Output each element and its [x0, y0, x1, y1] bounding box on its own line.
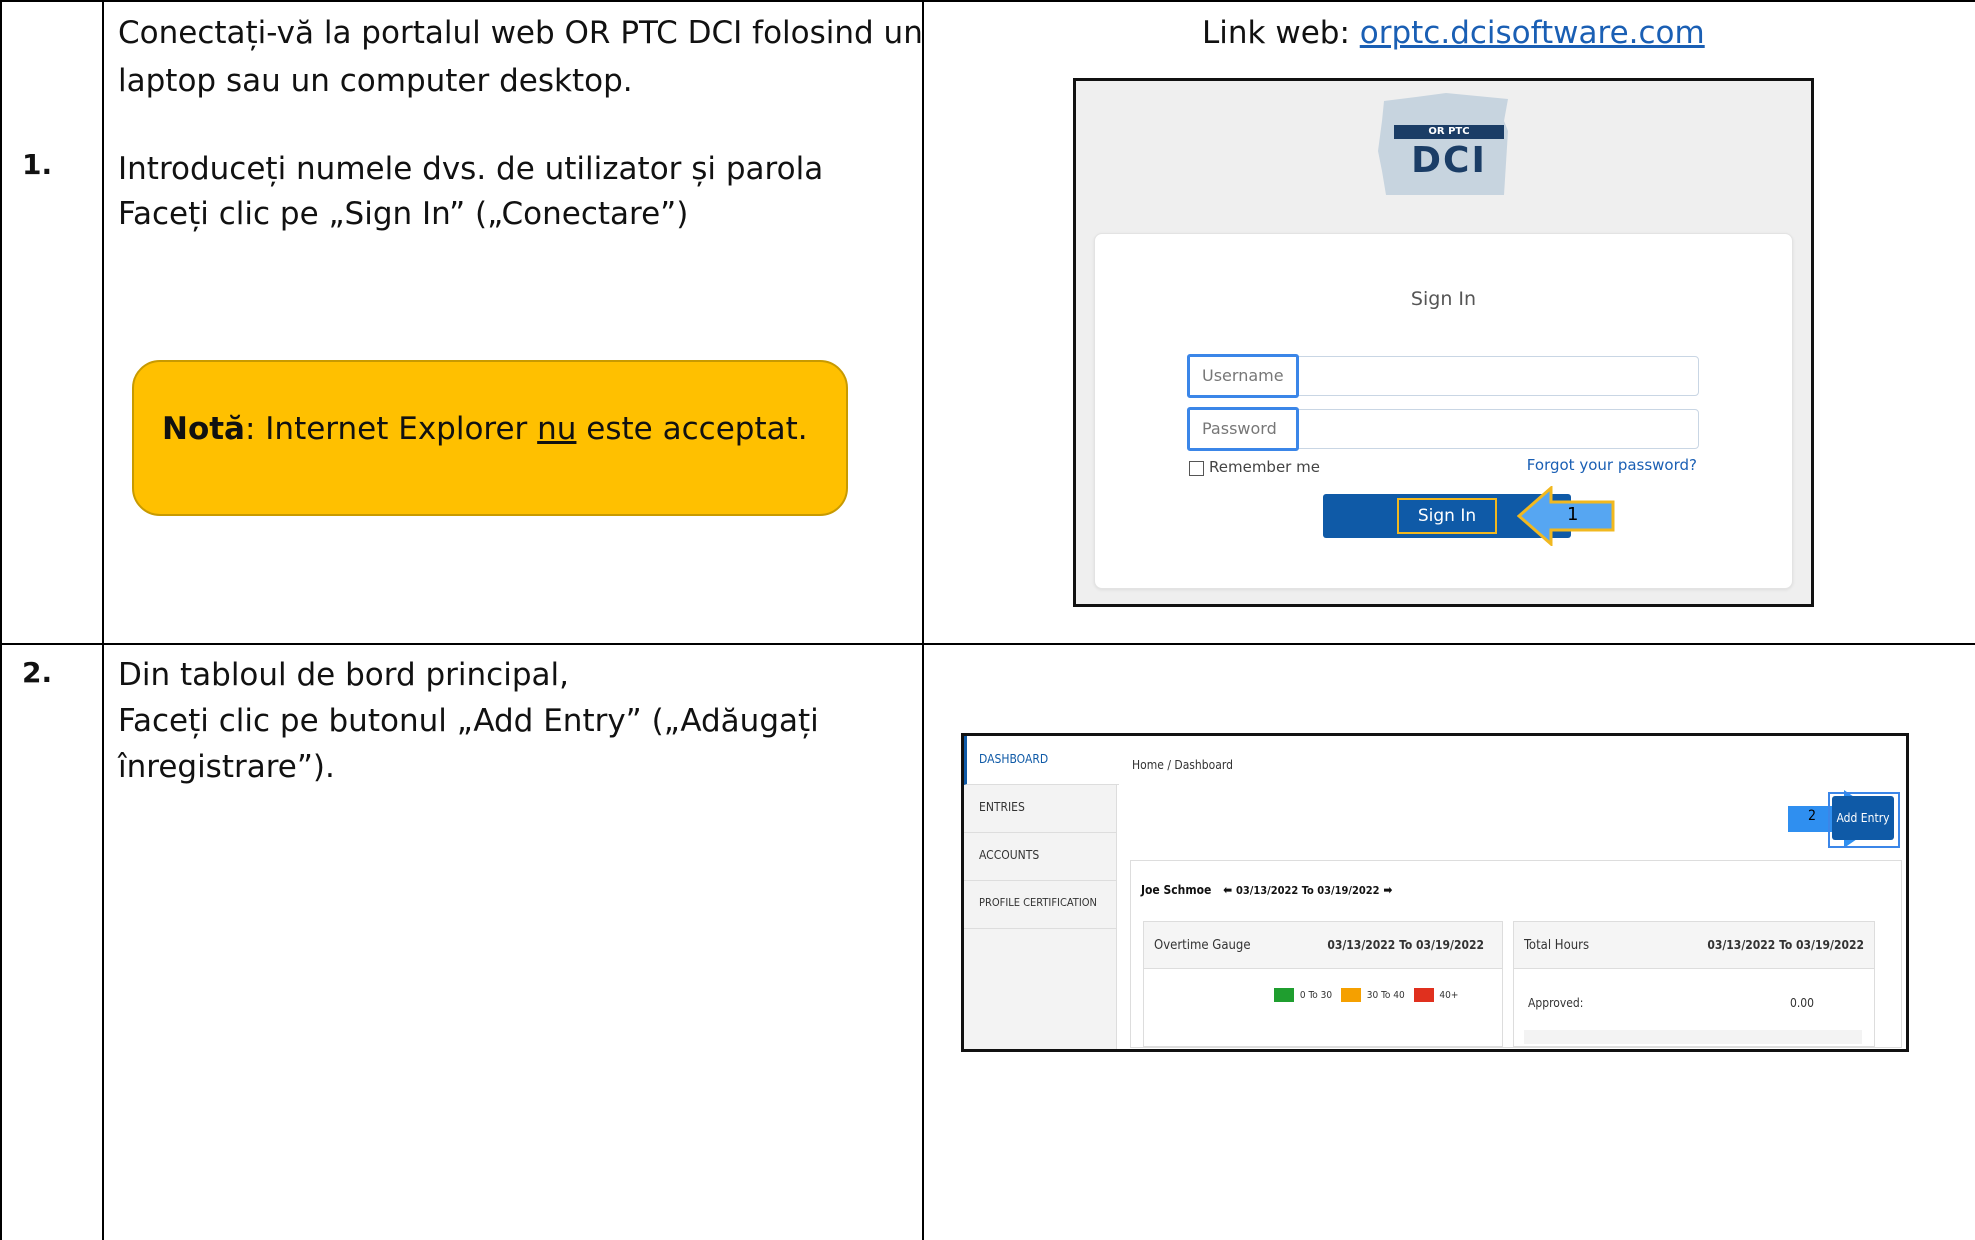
step1-line1: Conectați-vă la portalul web OR PTC DCI …: [118, 15, 923, 51]
signin-title: Sign In: [1410, 288, 1477, 310]
legend-label-0: 0 To 30: [1299, 990, 1333, 1001]
username-highlight[interactable]: Username: [1187, 354, 1299, 398]
legend-swatch-orange: [1340, 988, 1361, 1002]
link-label: Link web:: [1202, 15, 1360, 51]
total-hours-title: Total Hours: [1524, 938, 1590, 953]
portal-link[interactable]: orptc.dcisoftware.com: [1360, 15, 1705, 51]
nav-dashboard[interactable]: DASHBOARD: [964, 736, 1119, 785]
oregon-logo: OR PTC DCI: [1376, 91, 1516, 199]
signin-screenshot: OR PTC DCI Sign In Username Password Rem…: [1073, 78, 1814, 607]
add-entry-button[interactable]: Add Entry: [1832, 796, 1894, 840]
overtime-title: Overtime Gauge: [1154, 938, 1251, 953]
forgot-password-link[interactable]: Forgot your password?: [1523, 456, 1697, 474]
dashboard-panel: Joe Schmoe ⬅ 03/13/2022 To 03/19/2022 ➡ …: [1130, 860, 1902, 1048]
password-placeholder: Password: [1202, 419, 1277, 438]
legend-swatch-green: [1274, 988, 1294, 1002]
overtime-gauge-card: Overtime Gauge 03/13/2022 To 03/19/2022 …: [1143, 921, 1503, 1047]
nav-dashboard-label: DASHBOARD: [979, 752, 1049, 766]
callout-number-1: 1: [1567, 504, 1579, 525]
step1-line2: laptop sau un computer desktop.: [118, 63, 633, 99]
remember-checkbox[interactable]: [1189, 461, 1204, 476]
note-post: este acceptat.: [576, 411, 808, 447]
note-bold: Notă: [162, 411, 245, 447]
step-number-1: 1.: [22, 148, 53, 181]
user-name: Joe Schmoe: [1141, 883, 1212, 897]
note-text: Notă: Internet Explorer nu este acceptat…: [162, 408, 808, 450]
table-col-divider-1: [102, 0, 104, 1240]
nav-accounts-label: ACCOUNTS: [979, 848, 1040, 862]
breadcrumb: Home / Dashboard: [1132, 758, 1233, 772]
legend-swatch-red: [1413, 988, 1434, 1002]
username-placeholder: Username: [1202, 366, 1284, 385]
step2-line3: înregistrare”).: [118, 749, 335, 785]
step1-line3: Introduceți numele dvs. de utilizator și…: [118, 151, 824, 187]
next-week-arrow-icon[interactable]: ➡: [1383, 883, 1392, 897]
user-range-row: Joe Schmoe ⬅ 03/13/2022 To 03/19/2022 ➡: [1141, 883, 1392, 897]
note-pre: : Internet Explorer: [244, 411, 538, 447]
week-range: 03/13/2022 To 03/19/2022: [1235, 884, 1380, 897]
signin-card: Sign In Username Password Remember me Fo…: [1094, 233, 1793, 589]
remember-label: Remember me: [1209, 458, 1320, 476]
table-col-divider-2: [922, 0, 924, 1240]
nav-profile-certification[interactable]: PROFILE CERTIFICATION: [964, 880, 1116, 929]
nav-profile-label: PROFILE CERTIFICATION: [979, 896, 1097, 909]
step-number-2: 2.: [22, 656, 53, 689]
step2-line2: Faceți clic pe butonul „Add Entry” („Adă…: [118, 703, 819, 739]
total-hours-bar: [1524, 1030, 1862, 1044]
table-border-top: [0, 0, 1975, 2]
nav-entries[interactable]: ENTRIES: [964, 784, 1116, 833]
callout-arrow-1: 1: [1516, 484, 1617, 548]
overtime-header: Overtime Gauge 03/13/2022 To 03/19/2022: [1144, 922, 1502, 969]
total-hours-card: Total Hours 03/13/2022 To 03/19/2022 App…: [1513, 921, 1875, 1047]
callout-number-2: 2: [1808, 808, 1817, 824]
nav-accounts[interactable]: ACCOUNTS: [964, 832, 1116, 881]
approved-value: 0.00: [1790, 996, 1815, 1010]
note-underline: nu: [537, 411, 577, 447]
note-box: Notă: Internet Explorer nu este acceptat…: [132, 360, 848, 516]
approved-label: Approved:: [1528, 996, 1584, 1010]
logo-top-text: OR PTC: [1394, 125, 1504, 139]
nav-entries-label: ENTRIES: [979, 800, 1025, 814]
step2-line1: Din tabloul de bord principal,: [118, 657, 569, 693]
legend-label-1: 30 To 40: [1366, 990, 1405, 1001]
table-border-left: [0, 0, 2, 1240]
total-hours-range: 03/13/2022 To 03/19/2022: [1707, 938, 1864, 952]
dashboard-screenshot: DASHBOARD ENTRIES ACCOUNTS PROFILE CERTI…: [961, 733, 1909, 1052]
prev-week-arrow-icon[interactable]: ⬅: [1223, 883, 1232, 897]
logo-text: DCI: [1411, 140, 1487, 181]
signin-button-label: Sign In: [1397, 498, 1497, 534]
legend-label-2: 40+: [1439, 990, 1459, 1001]
password-highlight[interactable]: Password: [1187, 407, 1299, 451]
link-line: Link web: orptc.dcisoftware.com: [1202, 12, 1705, 54]
step1-line4: Faceți clic pe „Sign In” („Conectare”): [118, 196, 689, 232]
overtime-range: 03/13/2022 To 03/19/2022: [1327, 938, 1484, 952]
table-row-divider: [0, 643, 1975, 645]
gauge-legend: 0 To 30 30 To 40 40+: [1274, 988, 1458, 1002]
sidebar: DASHBOARD ENTRIES ACCOUNTS PROFILE CERTI…: [964, 736, 1119, 1049]
total-hours-header: Total Hours 03/13/2022 To 03/19/2022: [1514, 922, 1874, 969]
